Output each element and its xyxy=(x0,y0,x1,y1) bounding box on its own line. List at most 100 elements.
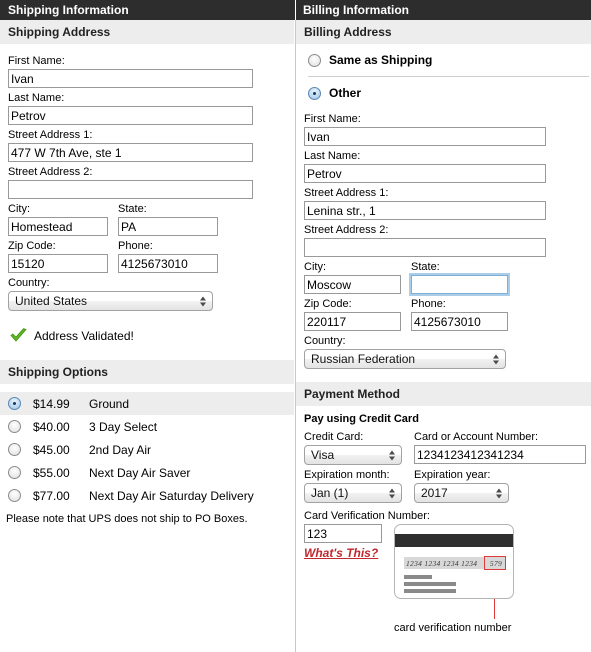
shipping-country-label: Country: xyxy=(8,277,50,289)
shipping-first-name-label: First Name: xyxy=(8,55,65,67)
shipping-option-row[interactable]: $40.00 3 Day Select xyxy=(0,415,294,438)
expiration-month-select[interactable]: Jan (1) xyxy=(304,483,402,503)
shipping-state-label: State: xyxy=(118,203,147,215)
billing-phone-input[interactable] xyxy=(411,312,508,331)
card-art-number: 1234 1234 1234 1234 xyxy=(406,558,478,568)
shipping-address-section-header: Shipping Address xyxy=(0,20,294,44)
shipping-phone-input[interactable] xyxy=(118,254,218,273)
cvn-field-group: What's This? xyxy=(304,524,382,560)
expiration-year-select[interactable]: 2017 xyxy=(414,483,509,503)
shipping-option-row[interactable]: $14.99 Ground xyxy=(0,392,294,415)
billing-zip-input[interactable] xyxy=(304,312,401,331)
billing-country-select[interactable]: Russian Federation xyxy=(304,349,506,369)
shipping-option-price: $77.00 xyxy=(33,488,70,503)
billing-street1-label: Street Address 1: xyxy=(304,187,389,199)
credit-card-select[interactable]: Visa xyxy=(304,445,402,465)
billing-last-name-input[interactable] xyxy=(304,164,546,183)
checkout-page: Shipping Information Billing Information… xyxy=(0,0,591,652)
credit-card-label: Credit Card: xyxy=(304,431,364,443)
address-validated-status: Address Validated! xyxy=(10,328,286,343)
card-diagram-caption: card verification number xyxy=(394,622,512,634)
callout-leader-line xyxy=(494,599,495,619)
billing-last-name-label: Last Name: xyxy=(304,150,361,162)
expiration-year-select-wrapper: 2017 xyxy=(414,483,509,503)
card-number-input[interactable] xyxy=(414,445,586,464)
shipping-country-select[interactable]: United States xyxy=(8,291,213,311)
same-as-shipping-radio[interactable] xyxy=(308,53,321,67)
credit-card-illustration: 1234 1234 1234 1234 579 xyxy=(394,524,514,599)
shipping-option-name: Next Day Air Saver xyxy=(89,465,191,480)
shipping-street2-label: Street Address 2: xyxy=(8,166,93,178)
billing-state-input[interactable] xyxy=(411,275,508,294)
billing-other-label: Other xyxy=(329,86,362,100)
shipping-option-radio[interactable] xyxy=(8,397,21,410)
shipping-column: Shipping Address First Name: Last Name: … xyxy=(0,20,294,525)
card-line-3 xyxy=(404,589,456,593)
credit-card-select-wrapper: Visa xyxy=(304,445,402,465)
cvn-input[interactable] xyxy=(304,524,382,543)
shipping-street1-input[interactable] xyxy=(8,143,253,162)
shipping-option-price: $45.00 xyxy=(33,442,70,457)
checkmark-icon xyxy=(10,328,27,342)
billing-first-name-input[interactable] xyxy=(304,127,546,146)
shipping-option-radio[interactable] xyxy=(8,489,21,502)
billing-city-input[interactable] xyxy=(304,275,401,294)
payment-hint: Pay using Credit Card xyxy=(304,413,419,425)
card-art-cvn: 579 xyxy=(489,558,503,568)
shipping-option-name: 2nd Day Air xyxy=(89,442,152,457)
billing-information-title: Billing Information xyxy=(303,3,409,17)
billing-city-label: City: xyxy=(304,261,326,273)
shipping-street1-label: Street Address 1: xyxy=(8,129,93,141)
shipping-option-row[interactable]: $55.00 Next Day Air Saver xyxy=(0,461,294,484)
shipping-option-name: Next Day Air Saturday Delivery xyxy=(89,488,254,503)
shipping-zip-label: Zip Code: xyxy=(8,240,56,252)
shipping-option-price: $40.00 xyxy=(33,419,70,434)
shipping-phone-label: Phone: xyxy=(118,240,153,252)
shipping-option-row[interactable]: $77.00 Next Day Air Saturday Delivery xyxy=(0,484,294,507)
billing-column: Billing Address Same as Shipping Other F… xyxy=(296,20,591,634)
card-line-2 xyxy=(404,582,456,586)
shipping-zip-input[interactable] xyxy=(8,254,108,273)
shipping-last-name-input[interactable] xyxy=(8,106,253,125)
billing-zip-label: Zip Code: xyxy=(304,298,352,310)
shipping-city-label: City: xyxy=(8,203,30,215)
header-divider xyxy=(295,0,296,20)
billing-other-radio[interactable] xyxy=(308,86,321,100)
cvn-label: Card Verification Number: xyxy=(304,510,430,522)
shipping-state-input[interactable] xyxy=(118,217,218,236)
billing-country-label: Country: xyxy=(304,335,346,347)
magnetic-stripe xyxy=(395,534,513,547)
expiration-year-label: Expiration year: xyxy=(414,469,491,481)
same-as-shipping-label: Same as Shipping xyxy=(329,53,433,67)
shipping-option-name: 3 Day Select xyxy=(89,419,158,434)
payment-method-section-header: Payment Method xyxy=(296,382,591,406)
billing-address-section-header: Billing Address xyxy=(296,20,591,44)
billing-street1-input[interactable] xyxy=(304,201,546,220)
shipping-country-select-wrapper: United States xyxy=(8,291,213,311)
shipping-first-name-input[interactable] xyxy=(8,69,253,88)
shipping-option-radio[interactable] xyxy=(8,443,21,456)
shipping-option-name: Ground xyxy=(89,396,130,411)
billing-phone-label: Phone: xyxy=(411,298,446,310)
payment-method-form: Pay using Credit Card Credit Card: Visa xyxy=(296,406,591,634)
shipping-options-section-header: Shipping Options xyxy=(0,360,294,384)
expiration-month-label: Expiration month: xyxy=(304,469,390,481)
shipping-options-note: Please note that UPS does not ship to PO… xyxy=(6,513,248,525)
billing-street2-label: Street Address 2: xyxy=(304,224,389,236)
shipping-option-radio[interactable] xyxy=(8,420,21,433)
shipping-option-row[interactable]: $45.00 2nd Day Air xyxy=(0,438,294,461)
cvn-row: What's This? 1234 1234 1234 1234 579 xyxy=(304,524,583,634)
card-line-1 xyxy=(404,575,432,579)
shipping-street2-input[interactable] xyxy=(8,180,253,199)
card-number-label: Card or Account Number: xyxy=(414,431,539,443)
billing-country-select-wrapper: Russian Federation xyxy=(304,349,506,369)
shipping-city-input[interactable] xyxy=(8,217,108,236)
billing-street2-input[interactable] xyxy=(304,238,546,257)
shipping-option-radio[interactable] xyxy=(8,466,21,479)
expiration-month-select-wrapper: Jan (1) xyxy=(304,483,402,503)
shipping-options-list: $14.99 Ground $40.00 3 Day Select $45.00… xyxy=(0,392,294,525)
billing-same-as-shipping-option[interactable]: Same as Shipping xyxy=(296,44,591,76)
billing-state-label: State: xyxy=(411,261,440,273)
whats-this-link[interactable]: What's This? xyxy=(304,546,378,560)
billing-other-option[interactable]: Other xyxy=(296,77,591,109)
